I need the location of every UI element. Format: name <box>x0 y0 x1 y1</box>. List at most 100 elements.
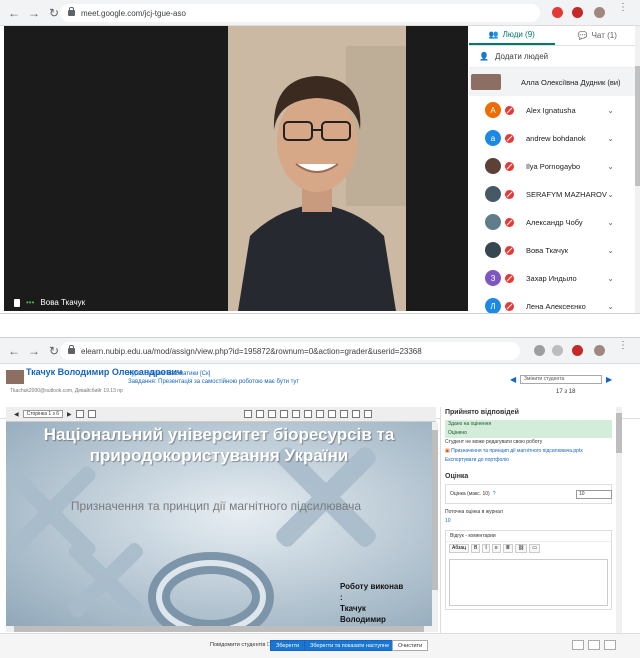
participant-row[interactable]: A Alex Ignatusha ⌄ <box>469 96 640 124</box>
collapse-grade-icon[interactable] <box>604 640 616 650</box>
participant-row[interactable]: a andrew bohdanok ⌄ <box>469 124 640 152</box>
opera-icon[interactable] <box>572 7 583 18</box>
pin-icon[interactable] <box>14 298 20 307</box>
select-tool-icon[interactable] <box>267 410 276 418</box>
page-select[interactable]: Сторінка 1 з 6 <box>22 410 64 418</box>
add-people-button[interactable]: 👤 Додати людей <box>469 46 640 68</box>
forward-icon[interactable]: → <box>28 345 40 357</box>
stamp-tool-icon[interactable] <box>339 410 348 418</box>
slide-vscrollbar[interactable] <box>432 422 438 626</box>
opera-icon[interactable] <box>572 345 583 356</box>
image-icon[interactable]: ▭ <box>529 544 540 553</box>
notify-students-checkbox[interactable]: Повідомити студентів ☐ <box>210 642 272 648</box>
panel-scrollbar[interactable] <box>616 407 622 633</box>
extension-icon[interactable] <box>552 7 563 18</box>
participant-name: Лена Алексеєнко <box>526 301 586 311</box>
feedback-title: Відгук - коментарии <box>446 531 611 542</box>
address-bar[interactable]: elearn.nubip.edu.ua/mod/assign/view.php?… <box>60 342 520 360</box>
default-layout-icon[interactable] <box>588 640 600 650</box>
rotate-tool-icon[interactable] <box>363 410 372 418</box>
file-icon: ▣ <box>445 448 450 454</box>
mic-off-icon <box>505 161 514 171</box>
chevron-down-icon[interactable]: ⌄ <box>607 302 614 311</box>
avatar <box>485 186 501 202</box>
forward-icon[interactable]: → <box>28 7 40 19</box>
slide-hscrollbar[interactable] <box>6 626 438 632</box>
bullet-list-icon[interactable]: ≡ <box>491 544 501 553</box>
search-icon[interactable] <box>534 345 545 356</box>
collapse-review-icon[interactable] <box>572 640 584 650</box>
chevron-down-icon[interactable]: ⌄ <box>607 162 614 171</box>
menu-icon[interactable]: ⋮ <box>618 3 628 13</box>
current-grade-value[interactable]: 10 <box>441 517 616 526</box>
pan-tool-icon[interactable] <box>255 410 264 418</box>
tab-chat[interactable]: 💬 Чат (1) <box>555 26 640 45</box>
rectangle-tool-icon[interactable] <box>303 410 312 418</box>
profile-avatar[interactable] <box>594 7 605 18</box>
menu-icon[interactable]: ⋮ <box>618 341 628 351</box>
video-caption-name: Вова Ткачук <box>40 298 86 307</box>
tab-people[interactable]: 👥 Люди (9) <box>469 26 555 45</box>
save-button[interactable]: Зберегти <box>270 640 306 651</box>
chevron-down-icon[interactable]: ⌄ <box>607 218 614 227</box>
mic-off-icon <box>505 273 514 283</box>
submission-slide[interactable]: Національний університет біоресурсів та … <box>6 422 432 626</box>
italic-icon[interactable]: I <box>482 544 490 553</box>
search-comments-icon[interactable] <box>75 410 84 418</box>
save-next-button[interactable]: Зберегти та показати наступне <box>304 640 396 651</box>
star-icon[interactable] <box>552 345 563 356</box>
address-bar[interactable]: meet.google.com/jcj-tgue-aso <box>60 4 540 22</box>
avatar <box>471 74 501 90</box>
next-page-icon[interactable]: ▶ <box>67 411 72 418</box>
grade-input[interactable]: 10 <box>576 490 612 499</box>
submission-file[interactable]: ▣ Призначення та принцип дії магнітного … <box>441 447 616 456</box>
slide-subtitle: Призначення та принцип дії магнітного пі… <box>70 499 362 513</box>
chevron-down-icon[interactable]: ⌄ <box>607 274 614 283</box>
back-icon[interactable]: ← <box>8 7 20 19</box>
oval-tool-icon[interactable] <box>315 410 324 418</box>
feedback-textarea[interactable] <box>449 559 608 606</box>
participant-row[interactable]: Вова Ткачук ⌄ <box>469 236 640 264</box>
next-student-icon[interactable]: ▶ <box>606 375 612 384</box>
chevron-down-icon[interactable]: ⌄ <box>607 246 614 255</box>
prev-student-icon[interactable]: ◀ <box>510 375 516 384</box>
number-list-icon[interactable]: ≣ <box>502 544 513 553</box>
participant-row[interactable]: SERAFYM MAZHAROV ⌄ <box>469 180 640 208</box>
export-portfolio-link[interactable]: Експортувати до портфоліо <box>441 456 616 465</box>
student-select[interactable]: Змінити студента <box>520 375 602 384</box>
back-icon[interactable]: ← <box>8 345 20 357</box>
pen-tool-icon[interactable] <box>279 410 288 418</box>
chevron-down-icon[interactable]: ⌄ <box>607 134 614 143</box>
participant-row[interactable]: З Захар Индыло ⌄ <box>469 264 640 292</box>
people-icon: 👥 <box>488 30 499 39</box>
help-icon[interactable]: ? <box>493 491 496 497</box>
reload-icon[interactable]: ↻ <box>48 345 60 357</box>
student-email: Tkachuk2000@outlook.com, Девайсбийг 19.1… <box>10 388 123 394</box>
participant-list: Алла Олексіївна Дудник (ви) A Alex Ignatus… <box>469 68 640 313</box>
panel-scrollbar[interactable] <box>635 26 640 313</box>
reload-icon[interactable]: ↻ <box>48 7 60 19</box>
comment-list-icon[interactable] <box>87 410 96 418</box>
bold-icon[interactable]: B <box>471 544 481 553</box>
grading-panel: Прийнято відповідей Здано на оцінення Оц… <box>440 407 616 633</box>
line-tool-icon[interactable] <box>291 410 300 418</box>
participant-row[interactable]: Л Лена Алексеєнко ⌄ <box>469 292 640 313</box>
assignment-link[interactable]: Завдання: Презентація за самостійною роб… <box>128 379 299 385</box>
course-link[interactable]: Курс: Основи автоматики [Ск] <box>128 371 210 377</box>
chevron-down-icon[interactable]: ⌄ <box>607 106 614 115</box>
highlight-tool-icon[interactable] <box>327 410 336 418</box>
reset-button[interactable]: Очистити <box>392 640 429 651</box>
participant-row[interactable]: Алла Олексіївна Дудник (ви) <box>469 68 640 96</box>
participant-row[interactable]: Ilya Pornogaybo ⌄ <box>469 152 640 180</box>
prev-page-icon[interactable]: ◀ <box>14 411 19 418</box>
grade-header: Оцінка <box>445 473 469 480</box>
submission-status: Здано на оцінення <box>445 420 612 429</box>
color-tool-icon[interactable] <box>351 410 360 418</box>
profile-avatar[interactable] <box>594 345 605 356</box>
paragraph-select[interactable]: Абзац <box>449 544 470 553</box>
participant-row[interactable]: Александр Чобу ⌄ <box>469 208 640 236</box>
link-icon[interactable]: ⛓ <box>514 544 528 553</box>
grade-row: Оцінка (макс. 10) ? 10 <box>445 484 612 504</box>
chevron-down-icon[interactable]: ⌄ <box>607 190 614 199</box>
comment-tool-icon[interactable] <box>243 410 252 418</box>
